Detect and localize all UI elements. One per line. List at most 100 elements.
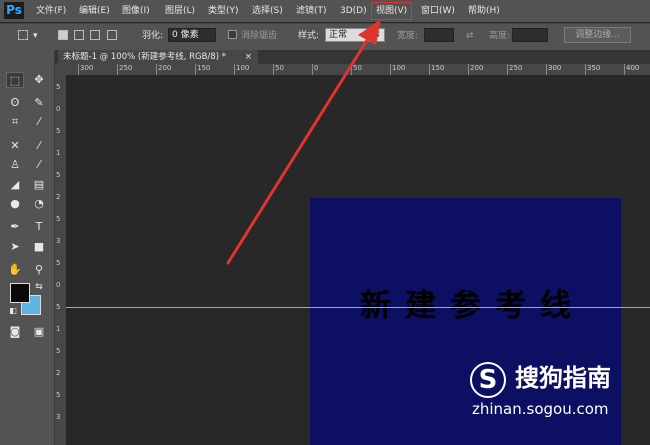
ruler-label: 50 bbox=[275, 64, 284, 72]
ruler-tick bbox=[117, 64, 118, 75]
ruler-origin[interactable] bbox=[55, 64, 66, 75]
swap-icon[interactable]: ⇄ bbox=[466, 30, 474, 42]
ruler-tick bbox=[546, 64, 547, 75]
ruler-tick bbox=[624, 64, 625, 75]
menu-file[interactable]: 文件(F) bbox=[36, 4, 66, 18]
ruler-label: 200 bbox=[158, 64, 172, 72]
ruler-label: 0 bbox=[314, 64, 319, 72]
antialias-checkbox[interactable] bbox=[228, 30, 237, 39]
watermark-url: zhinan.sogou.com bbox=[472, 400, 609, 418]
subtract-selection-icon[interactable] bbox=[90, 30, 100, 40]
document-tab[interactable]: 未标题-1 @ 100% (新建参考线, RGB/8) * × bbox=[58, 50, 258, 64]
select-arrow-icon: ⬍ bbox=[373, 30, 381, 40]
swap-colors-icon[interactable]: ⇆ bbox=[30, 279, 48, 295]
default-colors-icon[interactable]: ◧ bbox=[4, 303, 22, 319]
ruler-tick bbox=[429, 64, 430, 75]
move-tool-icon[interactable]: ✥ bbox=[30, 72, 48, 88]
ruler-label: 1 bbox=[56, 149, 61, 157]
style-select-value: 正常 bbox=[329, 30, 348, 40]
menu-help[interactable]: 帮助(H) bbox=[468, 4, 500, 18]
watermark-brand: 搜狗指南 bbox=[515, 364, 611, 392]
ruler-tick bbox=[312, 64, 313, 75]
add-selection-icon[interactable] bbox=[74, 30, 84, 40]
healing-brush-tool-icon[interactable]: ✕ bbox=[6, 138, 24, 154]
menu-window[interactable]: 窗口(W) bbox=[421, 4, 455, 18]
hand-tool-icon[interactable]: ✋ bbox=[6, 262, 24, 278]
intersect-selection-icon[interactable] bbox=[107, 30, 117, 40]
clone-stamp-tool-icon[interactable]: ♙ bbox=[6, 157, 24, 173]
quick-select-tool-icon[interactable]: ✎ bbox=[30, 95, 48, 111]
ruler-label: 300 bbox=[80, 64, 94, 72]
close-tab-icon[interactable]: × bbox=[245, 50, 252, 64]
ruler-label: 400 bbox=[626, 64, 640, 72]
foreground-color-swatch[interactable] bbox=[10, 283, 30, 303]
menu-layer[interactable]: 图层(L) bbox=[165, 4, 195, 18]
width-label: 宽度: bbox=[397, 31, 419, 41]
height-input[interactable] bbox=[512, 28, 548, 42]
marquee-tool-icon[interactable]: ⬚ bbox=[6, 72, 24, 88]
menu-type[interactable]: 类型(Y) bbox=[208, 4, 239, 18]
history-brush-tool-icon[interactable]: ⁄ bbox=[30, 157, 48, 173]
ruler-label: 250 bbox=[509, 64, 523, 72]
pen-tool-icon[interactable]: ✒ bbox=[6, 219, 24, 235]
ruler-label: 5 bbox=[56, 215, 61, 223]
preset-dropdown-icon[interactable]: ▾ bbox=[33, 30, 38, 42]
ruler-tick bbox=[351, 64, 352, 75]
style-select[interactable]: 正常 ⬍ bbox=[325, 28, 385, 42]
ruler-label: 0 bbox=[56, 105, 61, 113]
ruler-label: 1 bbox=[56, 325, 61, 333]
width-input[interactable] bbox=[424, 28, 454, 42]
ruler-label: 100 bbox=[236, 64, 250, 72]
ruler-label: 5 bbox=[56, 127, 61, 135]
menu-view-highlight-box bbox=[371, 2, 412, 20]
new-selection-icon[interactable] bbox=[58, 30, 68, 40]
sogou-logo-icon: S bbox=[470, 362, 506, 398]
ruler-label: 3 bbox=[56, 237, 61, 245]
horizontal-guide-line[interactable] bbox=[66, 307, 650, 308]
feather-label: 羽化: bbox=[142, 31, 164, 41]
ruler-tick bbox=[468, 64, 469, 75]
blur-tool-icon[interactable]: ● bbox=[6, 196, 24, 212]
refine-edge-button[interactable]: 调整边缘... bbox=[564, 27, 631, 43]
ruler-tick bbox=[585, 64, 586, 75]
menu-edit[interactable]: 编辑(E) bbox=[79, 4, 110, 18]
ruler-label: 0 bbox=[56, 281, 61, 289]
feather-input[interactable]: 0 像素 bbox=[168, 28, 216, 42]
ruler-label: 50 bbox=[353, 64, 362, 72]
screen-mode-icon[interactable]: ▣ bbox=[30, 324, 48, 340]
marquee-preset-icon[interactable] bbox=[18, 30, 28, 40]
eyedropper-tool-icon[interactable]: ⁄ bbox=[30, 114, 48, 130]
rectangle-tool-icon[interactable]: ■ bbox=[30, 239, 48, 255]
ruler-label: 250 bbox=[119, 64, 133, 72]
height-label: 高度: bbox=[489, 31, 511, 41]
gradient-tool-icon[interactable]: ▤ bbox=[30, 177, 48, 193]
type-tool-icon[interactable]: T bbox=[30, 219, 48, 235]
ruler-tick bbox=[390, 64, 391, 75]
menu-filter[interactable]: 滤镜(T) bbox=[296, 4, 327, 18]
ruler-tick bbox=[273, 64, 274, 75]
ruler-tick bbox=[78, 64, 79, 75]
document-tab-title: 未标题-1 @ 100% (新建参考线, RGB/8) * bbox=[63, 52, 226, 62]
menu-3d[interactable]: 3D(D) bbox=[340, 4, 367, 18]
ruler-label: 300 bbox=[548, 64, 562, 72]
quick-mask-icon[interactable]: ◙ bbox=[6, 324, 24, 340]
ruler-label: 5 bbox=[56, 303, 61, 311]
ruler-label: 100 bbox=[392, 64, 406, 72]
ruler-tick bbox=[195, 64, 196, 75]
lasso-tool-icon[interactable]: ʘ bbox=[6, 95, 24, 111]
antialias-label: 消除锯齿 bbox=[241, 31, 278, 41]
ruler-label: 150 bbox=[197, 64, 211, 72]
brush-tool-icon[interactable]: ⁄ bbox=[30, 138, 48, 154]
crop-tool-icon[interactable]: ⌗ bbox=[6, 114, 24, 130]
zoom-tool-icon[interactable]: ⚲ bbox=[30, 262, 48, 278]
menu-image[interactable]: 图像(I) bbox=[122, 4, 150, 18]
dodge-tool-icon[interactable]: ◔ bbox=[30, 196, 48, 212]
ruler-tick bbox=[234, 64, 235, 75]
ruler-label: 5 bbox=[56, 83, 61, 91]
ruler-label: 2 bbox=[56, 193, 61, 201]
eraser-tool-icon[interactable]: ◢ bbox=[6, 177, 24, 193]
menu-select[interactable]: 选择(S) bbox=[252, 4, 283, 18]
ruler-label: 5 bbox=[56, 259, 61, 267]
path-select-tool-icon[interactable]: ➤ bbox=[6, 239, 24, 255]
ruler-label: 350 bbox=[587, 64, 601, 72]
